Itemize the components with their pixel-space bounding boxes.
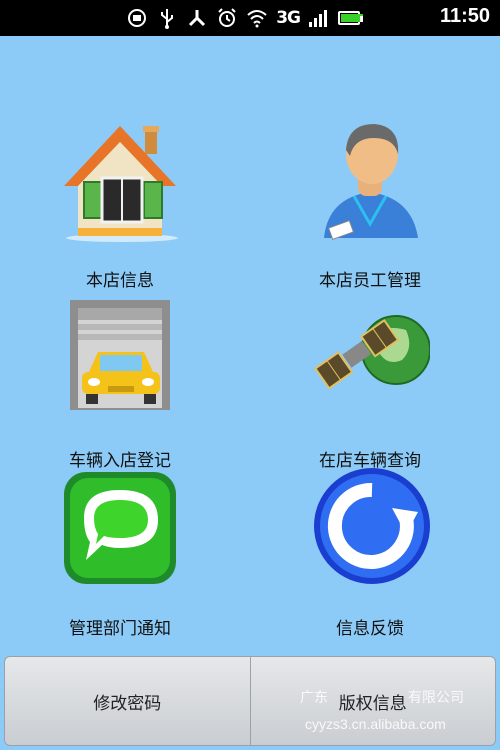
chat-bubble-icon — [60, 468, 180, 592]
change-password-label: 修改密码 — [93, 693, 162, 714]
car-garage-icon — [60, 300, 180, 424]
tile-feedback-label: 信息反馈 — [336, 619, 404, 639]
employee-icon — [310, 120, 430, 244]
signal-icon — [308, 7, 330, 29]
tile-store-info-label: 本店信息 — [86, 271, 154, 291]
network-type: 3G — [276, 8, 301, 28]
usb-icon — [156, 7, 178, 29]
tile-feedback[interactable]: 信息反馈 — [265, 468, 475, 639]
status-icons: 3G — [126, 6, 363, 30]
copyright-info-label: 版权信息 — [338, 693, 407, 714]
wifi-icon — [246, 7, 268, 29]
tile-employee-management-label: 本店员工管理 — [319, 271, 421, 291]
house-icon — [60, 120, 180, 244]
tile-department-notice[interactable]: 管理部门通知 — [15, 468, 225, 639]
tile-employee-management[interactable]: 本店员工管理 — [265, 120, 475, 291]
message-icon — [126, 7, 148, 29]
copyright-info-button[interactable]: 版权信息 — [251, 657, 496, 745]
tile-store-info[interactable]: 本店信息 — [15, 120, 225, 291]
satellite-globe-icon — [310, 300, 431, 424]
tile-department-notice-label: 管理部门通知 — [69, 619, 171, 639]
bottom-options-menu: 修改密码 版权信息 — [4, 656, 496, 746]
change-password-button[interactable]: 修改密码 — [5, 657, 251, 745]
refresh-icon — [310, 468, 430, 592]
battery-icon — [338, 7, 363, 29]
tile-vehicle-checkin[interactable]: 车辆入店登记 — [15, 300, 225, 471]
share-icon — [186, 7, 208, 29]
alarm-icon — [216, 7, 238, 29]
status-time: 11:50 — [439, 5, 490, 27]
tile-vehicle-query[interactable]: 在店车辆查询 — [265, 300, 475, 471]
status-bar: 3G 11:50 — [0, 0, 500, 36]
